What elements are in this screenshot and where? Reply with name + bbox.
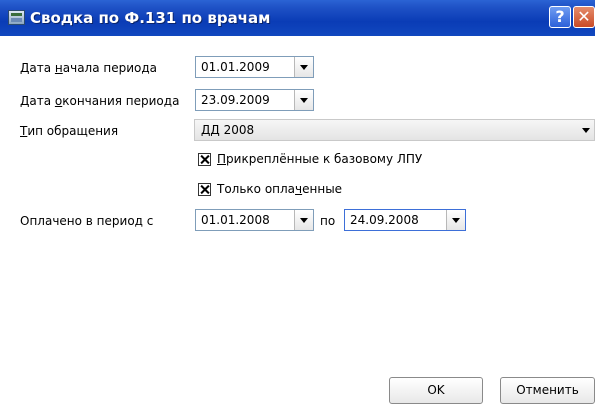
paid-from-dropdown-icon[interactable]: [294, 210, 313, 230]
title-bar[interactable]: Сводка по Ф.131 по врачам ? ✕: [0, 0, 595, 36]
appeal-type-dropdown-icon[interactable]: [582, 128, 590, 133]
window-title: Сводка по Ф.131 по врачам: [30, 9, 271, 27]
paid-only-checkbox-label[interactable]: Только оплаченные: [217, 182, 342, 196]
appeal-type-value: ДД 2008: [201, 123, 255, 137]
attached-checkbox-label[interactable]: Прикреплённые к базовому ЛПУ: [217, 152, 422, 166]
end-date-field[interactable]: 23.09.2009: [195, 89, 314, 111]
paid-to-label: по: [320, 214, 336, 228]
help-button[interactable]: ?: [549, 6, 571, 28]
app-icon: [8, 10, 25, 25]
ok-button[interactable]: OK: [389, 377, 483, 404]
paid-period-label: Оплачено в период с: [20, 214, 154, 228]
paid-from-value: 01.01.2008: [201, 213, 270, 227]
cancel-button[interactable]: Отменить: [500, 377, 595, 404]
appeal-type-label: Тип обращения: [20, 124, 119, 138]
end-date-value: 23.09.2009: [201, 93, 270, 107]
close-button[interactable]: ✕: [573, 6, 595, 28]
paid-to-value: 24.09.2008: [350, 213, 419, 227]
paid-only-checkbox[interactable]: [198, 183, 211, 196]
end-date-dropdown-icon[interactable]: [294, 90, 313, 110]
dialog-window: Сводка по Ф.131 по врачам ? ✕ Дата начал…: [0, 0, 595, 408]
end-date-label: Дата окончания периода: [20, 94, 180, 108]
paid-to-dropdown-icon[interactable]: [446, 210, 465, 230]
appeal-type-select[interactable]: ДД 2008: [194, 119, 595, 141]
attached-checkbox[interactable]: [198, 153, 211, 166]
start-date-dropdown-icon[interactable]: [294, 57, 313, 77]
start-date-field[interactable]: 01.01.2009: [195, 56, 314, 78]
start-date-label: Дата начала периода: [20, 61, 158, 75]
start-date-value: 01.01.2009: [201, 60, 270, 74]
paid-from-field[interactable]: 01.01.2008: [195, 209, 314, 231]
paid-to-field[interactable]: 24.09.2008: [344, 209, 466, 231]
